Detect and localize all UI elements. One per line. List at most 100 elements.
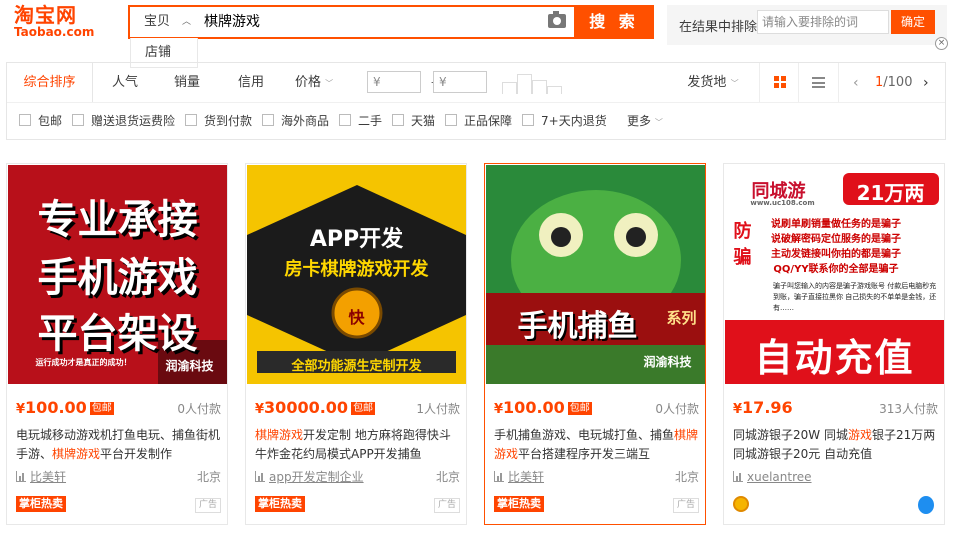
shop-name[interactable]: 比美轩 — [30, 469, 66, 485]
price: 17.96 — [742, 398, 793, 417]
product-image[interactable]: 手机捕鱼 系列 润渝科技 — [486, 165, 705, 384]
image-bottom: 自动充值 — [754, 336, 915, 380]
product-card[interactable]: 手机捕鱼 系列 润渝科技 ¥100.00 包邮 0人付款 手机捕鱼游戏、电玩城打鱼… — [484, 163, 706, 525]
price: 30000.00 — [264, 398, 349, 417]
shop-line: 比美轩 北京 — [494, 469, 699, 485]
grid-view-button[interactable] — [759, 63, 799, 102]
filter-tmall[interactable]: 天猫 — [392, 113, 435, 129]
shop-line: app开发定制企业 北京 — [255, 469, 460, 485]
sort-credit[interactable]: 信用 — [229, 63, 273, 102]
shop-location: 北京 — [435, 470, 460, 484]
image-logo: 润渝科技 — [643, 355, 692, 369]
search-button[interactable]: 搜 索 — [574, 5, 654, 39]
product-image-art — [486, 165, 705, 384]
shop-icon — [255, 471, 265, 482]
product-title[interactable]: 电玩城移动游戏机打鱼电玩、捕鱼街机手游、棋牌游戏平台开发制作 — [16, 426, 221, 464]
filter-overseas[interactable]: 海外商品 — [262, 113, 329, 129]
checkbox[interactable] — [339, 114, 351, 126]
shop-name[interactable]: app开发定制企业 — [269, 469, 364, 485]
checkbox[interactable] — [72, 114, 84, 126]
product-image[interactable]: 同城游 www.uc108.com 21万两 防 骗 说刷单刷销量做任务的是骗子… — [725, 165, 944, 384]
camera-icon[interactable] — [548, 11, 566, 28]
product-card[interactable]: APP开发 房卡棋牌游戏开发 快 全部功能源生定制开发 ¥30000.00 包邮 … — [245, 163, 467, 525]
image-amount: 21万两 — [856, 181, 925, 205]
sort-default[interactable]: 综合排序 — [7, 63, 93, 102]
checkbox[interactable] — [185, 114, 197, 126]
image-note: 骗子叫您输入的内容是骗子游戏账号 付款后电脑秒充到账，骗子直接拉黑你 自己损失的… — [773, 282, 937, 312]
logo-en-text: Taobao.com — [14, 25, 95, 39]
price-max-input[interactable]: ¥ — [433, 71, 487, 93]
shop-name[interactable]: 比美轩 — [508, 469, 544, 485]
price-line: ¥100.00 包邮 0人付款 — [16, 398, 221, 418]
checkbox[interactable] — [445, 114, 457, 126]
product-title[interactable]: 同城游银子20W 同城游戏银子21万两 同城游银子20元 自动充值 — [733, 426, 938, 464]
search-input[interactable]: 棋牌游戏 — [202, 7, 542, 37]
checkbox[interactable] — [262, 114, 274, 126]
shop-icon — [16, 471, 26, 482]
checkbox[interactable] — [522, 114, 534, 126]
search-type-select[interactable]: 宝贝 ︿ — [130, 7, 198, 37]
exclude-input[interactable]: 请输入要排除的词 — [757, 10, 889, 34]
sort-price[interactable]: 价格 ﹀ — [295, 63, 335, 102]
filter-7day-return[interactable]: 7+天内退货 — [522, 113, 607, 129]
image-footer: 全部功能源生定制开发 — [291, 359, 422, 374]
logo-cn-text: 淘宝网 — [14, 3, 77, 27]
product-card[interactable]: 同城游 www.uc108.com 21万两 防 骗 说刷单刷销量做任务的是骗子… — [723, 163, 945, 525]
sort-row: 综合排序 人气 销量 信用 价格 ﹀ ¥ - ¥ 发货地 ﹀ ‹ 1/1 — [7, 63, 945, 103]
chevron-down-icon: ﹀ — [325, 79, 334, 88]
title-keyword: 棋牌游戏 — [52, 447, 101, 461]
list-view-button[interactable] — [799, 63, 839, 102]
image-warning: 主动发链接叫你拍的都是骗子 — [771, 249, 901, 260]
seller-hot-badge: 掌柜热卖 — [494, 496, 544, 512]
image-warning: 说破解密码定位服务的是骗子 — [771, 234, 901, 245]
water-drop-icon — [918, 496, 934, 514]
product-title[interactable]: 手机捕鱼游戏、电玩城打鱼、捕鱼棋牌游戏平台搭建程序开发三端互 — [494, 426, 699, 464]
product-title[interactable]: 棋牌游戏开发定制 地方麻将跑得快斗牛炸金花约局模式APP开发捕鱼 — [255, 426, 460, 464]
filter-free-shipping[interactable]: 包邮 — [19, 113, 62, 129]
currency: ¥ — [733, 402, 743, 417]
ship-from-label: 发货地 — [687, 75, 727, 90]
exclude-confirm-button[interactable]: 确定 — [891, 10, 935, 34]
chevron-down-icon: ﹀ — [730, 79, 739, 88]
sort-filter-bar: 综合排序 人气 销量 信用 价格 ﹀ ¥ - ¥ 发货地 ﹀ ‹ 1/1 — [6, 62, 946, 140]
shop-location: 北京 — [196, 470, 221, 484]
image-line: 房卡棋牌游戏开发 — [284, 259, 429, 280]
filter-second-hand[interactable]: 二手 — [339, 113, 382, 129]
sort-popularity[interactable]: 人气 — [103, 63, 147, 102]
filter-return-insurance[interactable]: 赠送退货运费险 — [72, 113, 175, 129]
price-min-input[interactable]: ¥ — [367, 71, 421, 93]
prev-page-icon[interactable]: ‹ — [853, 63, 859, 103]
taobao-logo[interactable]: 淘宝网 Taobao.com — [14, 4, 114, 40]
more-filters[interactable]: 更多 ﹀ — [627, 113, 663, 131]
product-image[interactable]: 专业承接 手机游戏 平台架设 运行成功才是真正的成功！ 润渝科技 — [8, 165, 227, 384]
title-text: 平台搭建程序开发三端互 — [518, 447, 651, 461]
shipping-tag: 包邮 — [351, 402, 376, 415]
checkbox[interactable] — [19, 114, 31, 126]
sort-price-label: 价格 — [295, 75, 322, 90]
image-coin-text: 快 — [348, 308, 365, 327]
filter-label: 海外商品 — [281, 114, 330, 128]
next-page-icon[interactable]: › — [923, 63, 929, 103]
exclude-label: 在结果中排除 — [679, 20, 758, 35]
checkbox[interactable] — [392, 114, 404, 126]
exclude-panel: 在结果中排除 请输入要排除的词 确定 — [667, 5, 947, 45]
price-range-bars[interactable] — [502, 72, 564, 94]
product-image[interactable]: APP开发 房卡棋牌游戏开发 快 全部功能源生定制开发 — [247, 165, 466, 384]
close-icon[interactable]: × — [935, 37, 948, 50]
shipping-tag: 包邮 — [89, 402, 114, 415]
filter-label: 货到付款 — [204, 114, 253, 128]
product-card[interactable]: 专业承接 手机游戏 平台架设 运行成功才是真正的成功！ 润渝科技 ¥100.00… — [6, 163, 228, 525]
currency: ¥ — [494, 402, 504, 417]
chevron-down-icon: ﹀ — [654, 118, 663, 127]
shop-icon — [733, 471, 743, 482]
price-line: ¥100.00 包邮 0人付款 — [494, 398, 699, 418]
filter-genuine[interactable]: 正品保障 — [445, 113, 512, 129]
filter-cod[interactable]: 货到付款 — [185, 113, 252, 129]
shop-name[interactable]: xuelantree — [747, 469, 812, 485]
sort-sales[interactable]: 销量 — [165, 63, 209, 102]
more-label: 更多 — [627, 114, 652, 128]
shop-icon — [494, 471, 504, 482]
ship-from-select[interactable]: 发货地 ﹀ — [683, 63, 743, 102]
seller-hot-badge: 掌柜热卖 — [255, 496, 305, 512]
search-box: 宝贝 ︿ 棋牌游戏 搜 索 — [128, 5, 654, 39]
